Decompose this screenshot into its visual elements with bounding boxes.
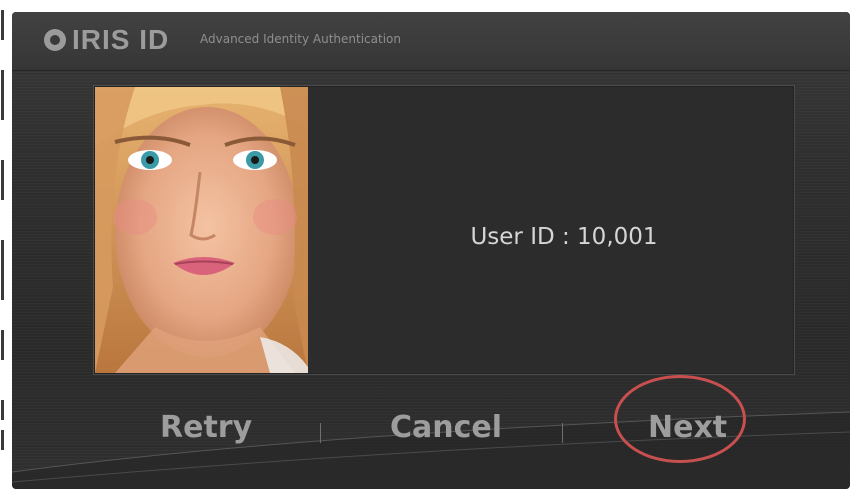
- retry-button[interactable]: Retry: [160, 410, 252, 445]
- user-id-label: User ID : 10,001: [470, 224, 658, 250]
- brand-tagline: Advanced Identity Authentication: [200, 32, 401, 46]
- left-edge-marks: [0, 0, 8, 489]
- device-screen: IRIS ID Advanced Identity Authentication: [12, 12, 850, 489]
- result-panel: User ID : 10,001: [93, 85, 795, 375]
- header-bar: IRIS ID Advanced Identity Authentication: [12, 12, 850, 71]
- separator: [562, 423, 563, 443]
- user-portrait-photo: [95, 87, 308, 373]
- brand-logo-text: IRIS ID: [72, 24, 170, 55]
- iris-logo-icon: [44, 29, 66, 51]
- separator: [320, 423, 321, 443]
- portrait-image: [95, 87, 308, 373]
- cancel-button[interactable]: Cancel: [390, 410, 502, 445]
- next-button[interactable]: Next: [648, 410, 727, 445]
- button-bar: Retry Cancel Next: [12, 402, 850, 462]
